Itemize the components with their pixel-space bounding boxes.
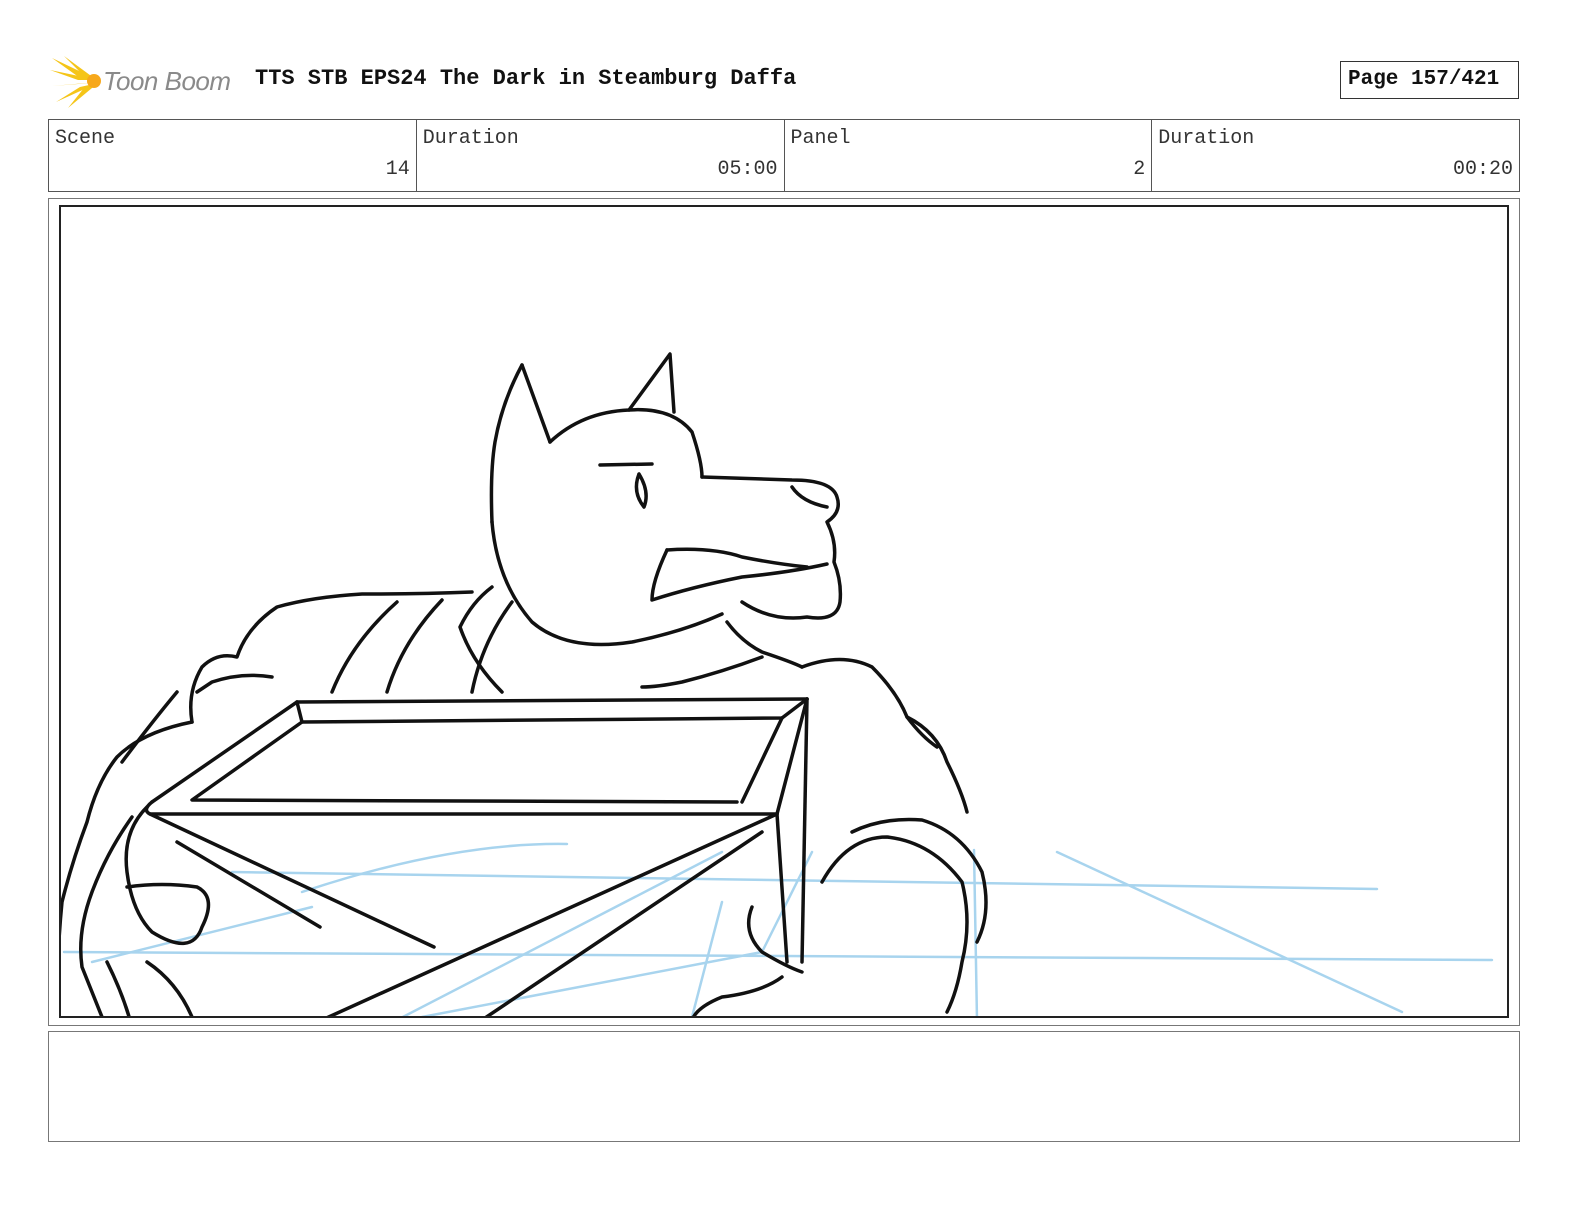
- scene-duration-value: 05:00: [717, 158, 778, 181]
- page-indicator: Page 157/421: [1340, 61, 1519, 99]
- panel-duration-label: Duration: [1158, 127, 1255, 150]
- scene-cell: Scene 14: [49, 120, 417, 191]
- storyboard-sketch-icon: [61, 352, 1494, 1016]
- panel-duration-value: 00:20: [1452, 158, 1513, 181]
- scene-duration-label: Duration: [422, 127, 519, 150]
- scene-value: 14: [385, 158, 410, 181]
- panel-info-row: Scene 14 Duration 05:00 Panel 2 Duration…: [48, 119, 1520, 192]
- panel-label: Panel: [790, 127, 851, 150]
- notes-box: [48, 1031, 1520, 1142]
- scene-duration-cell: Duration 05:00: [417, 120, 785, 191]
- panel-frame: [59, 205, 1509, 1018]
- panel-cell: Panel 2: [785, 120, 1153, 191]
- logo-wordmark: Toon Boom: [103, 66, 231, 96]
- panel-duration-cell: Duration 00:20: [1152, 120, 1519, 191]
- document-title: TTS STB EPS24 The Dark in Steamburg Daff…: [255, 66, 797, 91]
- scene-label: Scene: [55, 127, 116, 150]
- page-number: Page 157/421: [1348, 68, 1500, 91]
- panel-value: 2: [1133, 158, 1146, 181]
- starburst-icon: [50, 56, 101, 108]
- toon-boom-logo: Toon Boom: [50, 56, 240, 108]
